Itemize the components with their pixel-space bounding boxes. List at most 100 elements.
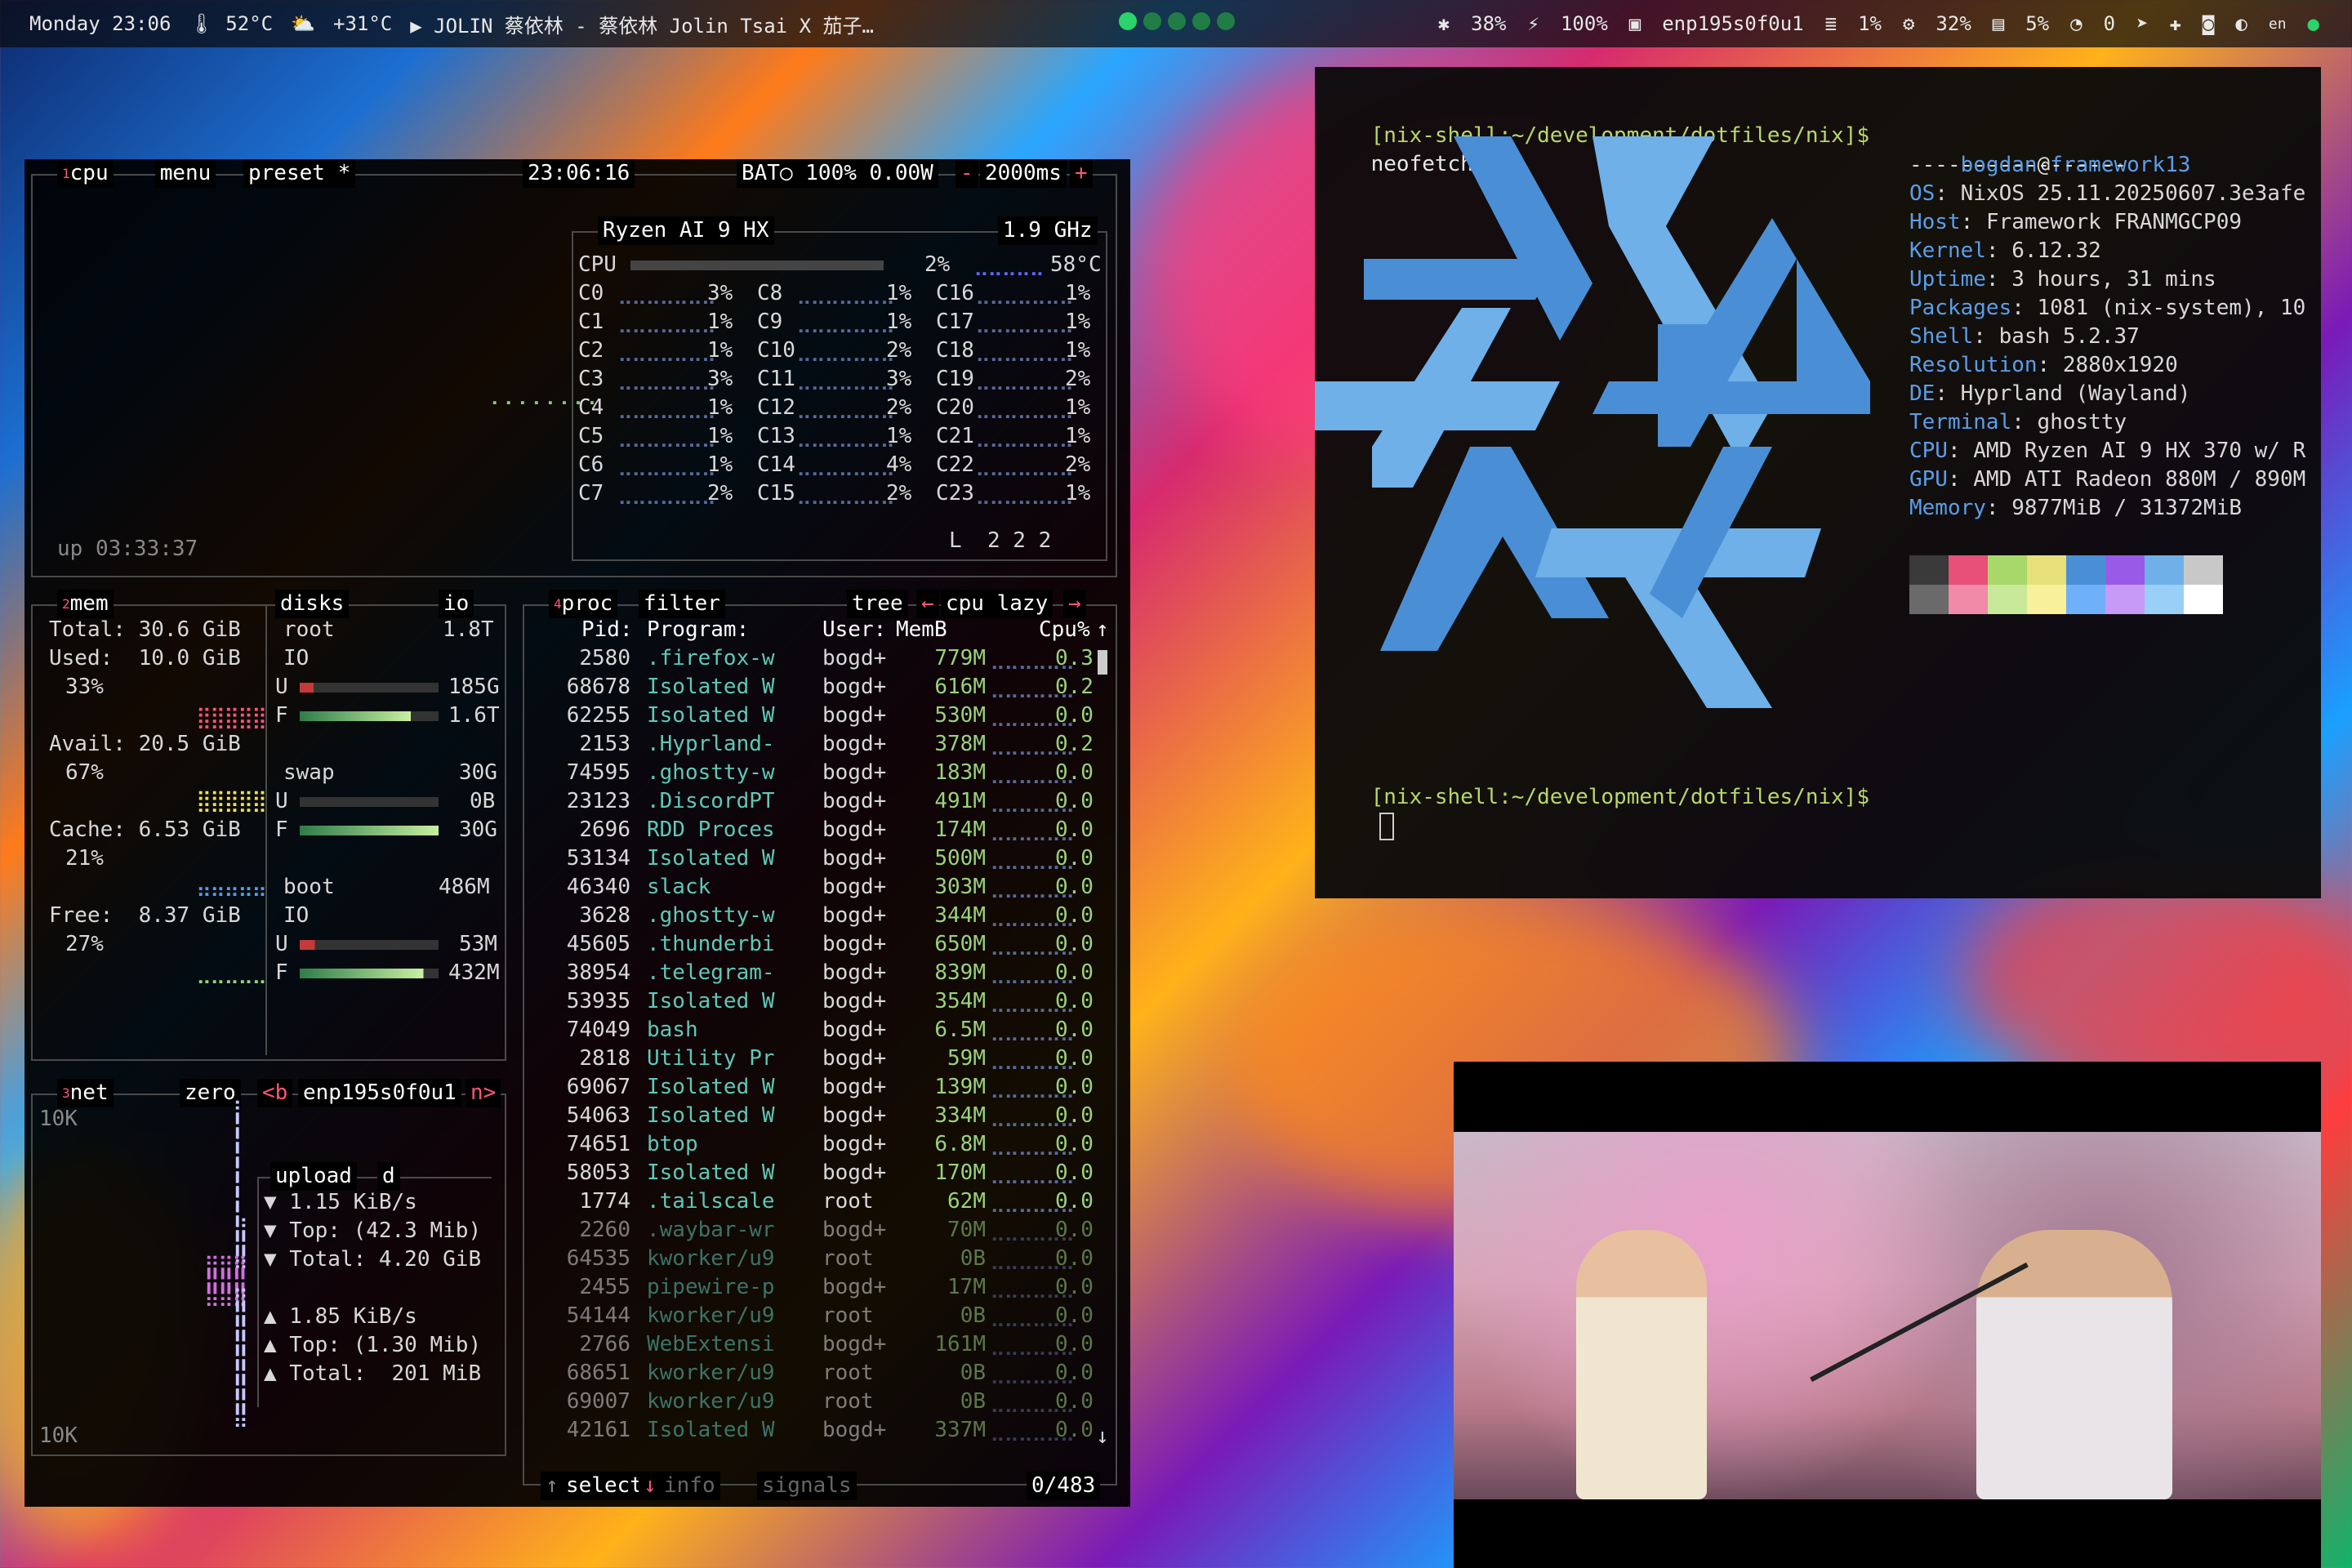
col-program[interactable]: Program:: [647, 616, 749, 644]
pianist-figure: [1976, 1230, 2172, 1499]
sort-prev-icon[interactable]: ←: [916, 590, 939, 618]
workspace-indicators[interactable]: [1119, 12, 1235, 30]
cpu-total-label: CPU: [578, 252, 617, 277]
core-17-pct: 1%: [1065, 310, 1091, 334]
core-8-label: C8: [757, 281, 783, 305]
core-10-label: C10: [757, 338, 795, 363]
neofetch-line: Shell: bash 5.2.37: [1909, 324, 2140, 349]
info-button[interactable]: info: [659, 1472, 720, 1500]
palette-swatch: [2145, 555, 2184, 585]
palette-swatch: [1909, 555, 1949, 585]
video-player-window[interactable]: [1454, 1062, 2321, 1568]
menu-tab[interactable]: menu: [160, 161, 212, 185]
proc-pid: 45605: [566, 932, 630, 956]
neofetch-value: Hyprland (Wayland): [1960, 381, 2191, 406]
interval-increase[interactable]: +: [1070, 159, 1093, 188]
bluetooth-icon[interactable]: ✱: [1438, 12, 1450, 35]
col-user[interactable]: User:: [822, 616, 886, 644]
neofetch-value: AMD Ryzen AI 9 HX 370 w/ R: [1973, 439, 2306, 463]
cpu-icon: ⚙: [1902, 12, 1915, 35]
proc-program: .waybar-wr: [647, 1218, 775, 1242]
keyboard-layout[interactable]: en: [2269, 16, 2287, 33]
ghostty-terminal[interactable]: [nix-shell:~/development/dotfiles/nix]$ …: [1315, 67, 2321, 898]
workspace-4[interactable]: [1192, 12, 1210, 30]
proc-program: bash: [647, 1018, 698, 1042]
core-3-graph: ⣀⣀⣀⣀⣀⣀⣀: [617, 367, 716, 391]
scroll-down-icon[interactable]: ↓: [1096, 1423, 1109, 1451]
proc-user: bogd+: [822, 1046, 887, 1071]
proc-graph: ⣀⣀⣀⣀⣀⣀: [990, 1132, 1075, 1156]
proc-graph: ⣀⣀⣀⣀⣀⣀: [990, 1103, 1075, 1128]
net-zero-toggle[interactable]: zero: [180, 1079, 241, 1107]
workspace-2[interactable]: [1143, 12, 1161, 30]
proc-sort[interactable]: cpu lazy: [941, 590, 1054, 618]
core-2-graph: ⣀⣀⣀⣀⣀⣀⣀: [617, 338, 716, 363]
media-title[interactable]: ▶ JOLIN 蔡依林 - 蔡依林 Jolin Tsai X 茄子…: [410, 10, 874, 38]
proc-filter[interactable]: filter: [639, 590, 725, 618]
net-prev-interface[interactable]: <b: [257, 1079, 293, 1107]
interval-decrease[interactable]: -: [956, 159, 978, 188]
col-memb[interactable]: MemB: [896, 616, 947, 644]
disk-root-io: IO: [283, 646, 310, 670]
mem-tab[interactable]: mem: [70, 591, 109, 616]
workspace-5[interactable]: [1217, 12, 1235, 30]
network-interface[interactable]: enp195s0f0u1: [1662, 12, 1803, 35]
nixos-logo: [1315, 136, 1886, 757]
proc-graph: ⣀⣀⣀⣀⣀⣀: [990, 646, 1075, 670]
proc-mem: 0B: [960, 1361, 986, 1385]
net-tab[interactable]: net: [70, 1080, 109, 1105]
proc-pid: 23123: [566, 789, 630, 813]
core-5-graph: ⣀⣀⣀⣀⣀⣀⣀: [617, 424, 716, 448]
col-pid[interactable]: Pid:: [581, 616, 633, 644]
proc-tab[interactable]: proc: [562, 591, 613, 616]
select-up-icon[interactable]: ↑: [541, 1472, 564, 1500]
workspace-1[interactable]: [1119, 12, 1137, 30]
disks-tab[interactable]: disks: [275, 590, 350, 618]
workspace-3[interactable]: [1168, 12, 1186, 30]
proc-graph: ⣀⣀⣀⣀⣀⣀: [990, 1018, 1075, 1042]
proc-program: .DiscordPT: [647, 789, 775, 813]
discord-icon[interactable]: ◙: [2203, 12, 2214, 35]
mem-free-pct: 27%: [65, 932, 104, 956]
select-button[interactable]: select: [561, 1472, 648, 1500]
core-11-graph: ⣀⣀⣀⣀⣀⣀⣀: [796, 367, 895, 391]
proc-mem: 303M: [934, 875, 986, 899]
core-21-pct: 1%: [1065, 424, 1091, 448]
io-toggle[interactable]: io: [439, 590, 474, 618]
tray-icon[interactable]: ●: [2308, 12, 2319, 35]
power-icon[interactable]: ◐: [2235, 12, 2247, 35]
core-0-graph: ⣀⣀⣀⣀⣀⣀⣀: [617, 281, 716, 305]
neofetch-key: GPU: [1909, 467, 1948, 492]
neofetch-line: OS: NixOS 25.11.20250607.3e3afe: [1909, 181, 2306, 206]
btop-window[interactable]: 1cpu mmenu preset * 23:06:16 BAT○ 100% 0…: [24, 159, 1130, 1507]
notification-icon[interactable]: ◔: [2070, 12, 2082, 35]
core-11-pct: 3%: [886, 367, 912, 391]
neofetch-key: Terminal: [1909, 410, 2012, 434]
slack-icon[interactable]: ✚: [2170, 12, 2181, 35]
proc-graph: ⣀⣀⣀⣀⣀⣀: [990, 1246, 1075, 1271]
sort-next-icon[interactable]: →: [1063, 590, 1086, 618]
cpu-tab[interactable]: cpu: [70, 161, 109, 185]
signals-button[interactable]: signals: [757, 1472, 857, 1500]
net-download-toggle[interactable]: d: [377, 1162, 400, 1191]
select-down-icon[interactable]: ↓: [639, 1472, 662, 1500]
col-cpu[interactable]: Cpu%: [1039, 616, 1090, 644]
proc-graph: ⣀⣀⣀⣀⣀⣀: [990, 903, 1075, 928]
core-2-label: C2: [578, 338, 604, 363]
proc-scrollbar[interactable]: [1098, 650, 1107, 675]
core-23-label: C23: [936, 481, 974, 506]
core-13-graph: ⣀⣀⣀⣀⣀⣀⣀: [796, 424, 895, 448]
core-16-graph: ⣀⣀⣀⣀⣀⣀⣀: [975, 281, 1074, 305]
core-17-label: C17: [936, 310, 974, 334]
net-next-interface[interactable]: n>: [466, 1079, 501, 1107]
proc-mem: 378M: [934, 732, 986, 756]
mem-panel: 2mem Total: 30.6 GiB Used: 10.0 GiB 33% …: [31, 590, 506, 1061]
proc-tree-toggle[interactable]: tree: [847, 590, 908, 618]
telegram-icon[interactable]: ➤: [2136, 12, 2148, 35]
terminal-cursor[interactable]: [1379, 812, 1394, 840]
proc-user: bogd+: [822, 789, 887, 813]
disk-usage: 5%: [2025, 12, 2050, 35]
preset-label[interactable]: preset *: [243, 159, 356, 188]
sort-arrow-icon: ↑: [1096, 617, 1109, 642]
clock[interactable]: Monday 23:06: [29, 12, 171, 35]
